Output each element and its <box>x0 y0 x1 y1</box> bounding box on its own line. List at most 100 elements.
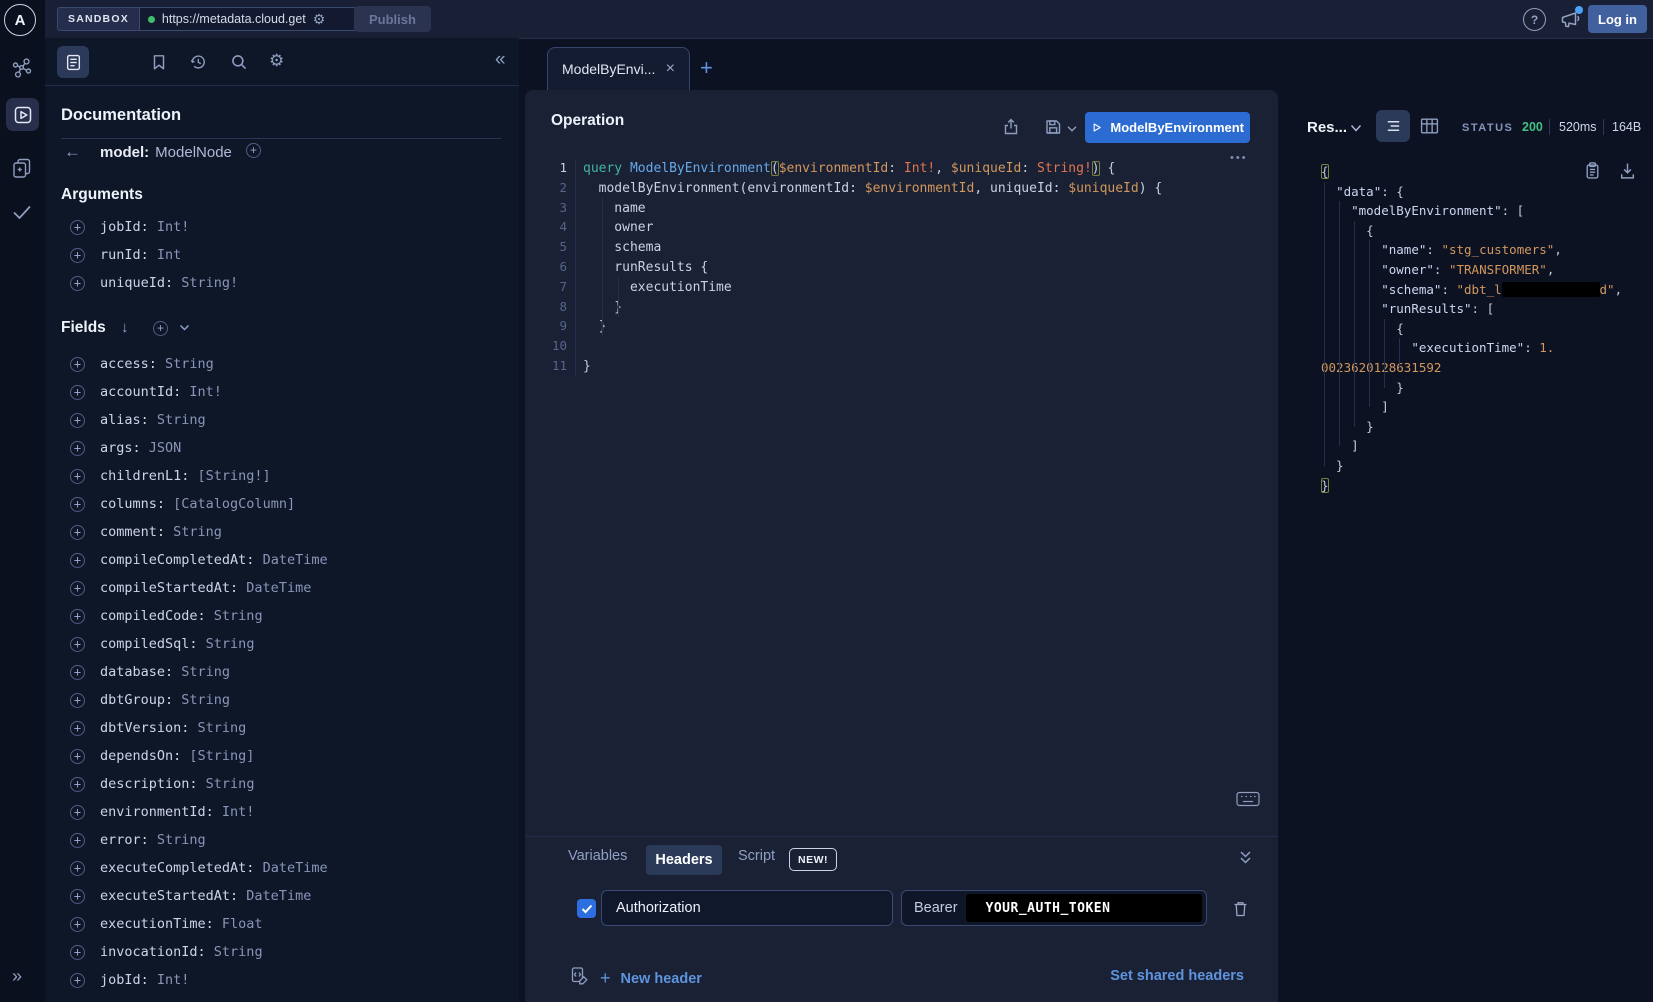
field-row[interactable]: accountId: Int! <box>45 378 519 406</box>
field-row[interactable]: environmentId: Int! <box>45 798 519 826</box>
add-field-icon[interactable] <box>70 777 85 792</box>
field-row[interactable]: executionTime: Float <box>45 910 519 938</box>
add-field-icon[interactable] <box>70 693 85 708</box>
field-row[interactable]: dbtVersion: String <box>45 714 519 742</box>
field-row[interactable]: compiledCode: String <box>45 602 519 630</box>
collapse-sidebar-icon[interactable] <box>495 49 506 71</box>
tab-script[interactable]: Script <box>738 848 775 864</box>
add-all-fields-icon[interactable] <box>153 321 168 336</box>
close-tab-icon[interactable] <box>666 60 675 78</box>
add-field-icon[interactable] <box>70 220 85 235</box>
add-field-icon[interactable] <box>70 917 85 932</box>
new-tab-icon[interactable] <box>700 55 713 81</box>
help-icon[interactable] <box>1523 8 1546 31</box>
field-row[interactable]: access: String <box>45 350 519 378</box>
field-row[interactable]: args: JSON <box>45 434 519 462</box>
header-value-input[interactable]: Bearer YOUR_AUTH_TOKEN <box>901 890 1207 926</box>
field-row[interactable]: description: String <box>45 770 519 798</box>
login-button[interactable]: Log in <box>1588 5 1647 33</box>
new-header-button[interactable]: New header <box>600 968 702 989</box>
add-field-icon[interactable] <box>70 637 85 652</box>
add-field-icon[interactable] <box>70 833 85 848</box>
add-field-icon[interactable] <box>70 553 85 568</box>
operation-collections-icon[interactable] <box>11 157 33 179</box>
add-field-icon[interactable] <box>70 469 85 484</box>
save-icon[interactable] <box>1044 118 1062 136</box>
field-row[interactable]: compileStartedAt: DateTime <box>45 574 519 602</box>
set-shared-headers-link[interactable]: Set shared headers <box>1110 968 1244 984</box>
response-body[interactable]: { "data": { "modelByEnvironment": [ { "n… <box>1321 162 1651 495</box>
add-field-icon[interactable] <box>70 749 85 764</box>
search-icon[interactable] <box>230 53 248 71</box>
field-row[interactable]: columns: [CatalogColumn] <box>45 490 519 518</box>
collapse-panel-icon[interactable] <box>1239 850 1253 864</box>
field-row[interactable]: runId: Int <box>45 241 519 269</box>
expand-rail-icon[interactable] <box>12 966 22 987</box>
add-field-icon[interactable] <box>70 721 85 736</box>
field-row[interactable]: jobId: Int! <box>45 966 519 994</box>
add-field-icon[interactable] <box>70 581 85 596</box>
explorer-icon[interactable] <box>6 98 39 131</box>
field-row[interactable]: compileCompletedAt: DateTime <box>45 546 519 574</box>
tab-variables[interactable]: Variables <box>568 848 627 864</box>
add-field-icon[interactable] <box>70 385 85 400</box>
documentation-tab-icon[interactable] <box>57 46 89 78</box>
add-field-icon[interactable] <box>70 248 85 263</box>
response-chevron-down-icon[interactable] <box>1350 124 1362 132</box>
edit-raw-headers-icon[interactable] <box>570 966 590 986</box>
field-row[interactable]: jobId: Int! <box>45 213 519 241</box>
response-panel-title[interactable]: Res... <box>1307 119 1347 136</box>
field-row[interactable]: dbtGroup: String <box>45 686 519 714</box>
field-row[interactable]: executeStartedAt: DateTime <box>45 882 519 910</box>
run-operation-button[interactable]: ModelByEnvironment <box>1085 112 1250 143</box>
auth-token-value[interactable]: YOUR_AUTH_TOKEN <box>966 894 1202 922</box>
checklist-icon[interactable] <box>11 201 33 223</box>
field-row[interactable]: comment: String <box>45 518 519 546</box>
endpoint-url-box[interactable]: https://metadata.cloud.get <box>139 7 362 31</box>
add-type-icon[interactable] <box>246 143 261 158</box>
keyboard-shortcuts-icon[interactable] <box>1236 791 1260 807</box>
endpoint-url[interactable]: https://metadata.cloud.get <box>162 12 306 26</box>
share-icon[interactable] <box>1002 118 1020 136</box>
add-field-icon[interactable] <box>70 357 85 372</box>
tab-headers[interactable]: Headers <box>646 845 722 875</box>
operation-tab[interactable]: ModelByEnvi... <box>547 47 690 90</box>
history-icon[interactable] <box>189 53 207 71</box>
add-field-icon[interactable] <box>70 276 85 291</box>
sort-fields-icon[interactable] <box>121 319 129 336</box>
field-row[interactable]: childrenL1: [String!] <box>45 462 519 490</box>
add-field-icon[interactable] <box>70 805 85 820</box>
breadcrumb-type[interactable]: ModelNode <box>155 144 232 161</box>
operation-tab-label[interactable]: ModelByEnvi... <box>562 61 660 77</box>
field-row[interactable]: uniqueId: String! <box>45 269 519 297</box>
field-row[interactable]: database: String <box>45 658 519 686</box>
add-field-icon[interactable] <box>70 861 85 876</box>
back-arrow-icon[interactable] <box>64 142 100 162</box>
add-field-icon[interactable] <box>70 945 85 960</box>
add-field-icon[interactable] <box>70 889 85 904</box>
field-row[interactable]: error: String <box>45 826 519 854</box>
raw-view-toggle-icon[interactable] <box>1376 110 1410 142</box>
field-row[interactable]: compiledSql: String <box>45 630 519 658</box>
field-row[interactable]: alias: String <box>45 406 519 434</box>
apollo-logo[interactable]: A <box>4 4 36 36</box>
add-field-icon[interactable] <box>70 973 85 988</box>
operation-editor[interactable]: 1query ModelByEnvironment($environmentId… <box>527 158 1267 376</box>
delete-header-icon[interactable] <box>1232 900 1249 918</box>
schema-graph-icon[interactable] <box>11 57 33 79</box>
add-field-icon[interactable] <box>70 609 85 624</box>
header-enabled-checkbox[interactable] <box>577 899 596 918</box>
add-field-icon[interactable] <box>70 497 85 512</box>
table-view-toggle-icon[interactable] <box>1420 117 1439 135</box>
bookmark-icon[interactable] <box>150 53 168 71</box>
header-key-input[interactable]: Authorization <box>601 890 893 926</box>
announcements-icon[interactable] <box>1559 8 1581 30</box>
fields-chevron-down-icon[interactable] <box>179 324 190 332</box>
field-row[interactable]: invocationId: String <box>45 938 519 966</box>
save-chevron-down-icon[interactable] <box>1067 125 1077 143</box>
add-field-icon[interactable] <box>70 413 85 428</box>
add-field-icon[interactable] <box>70 525 85 540</box>
settings-icon[interactable] <box>269 51 287 69</box>
field-row[interactable]: executeCompletedAt: DateTime <box>45 854 519 882</box>
field-row[interactable]: dependsOn: [String] <box>45 742 519 770</box>
